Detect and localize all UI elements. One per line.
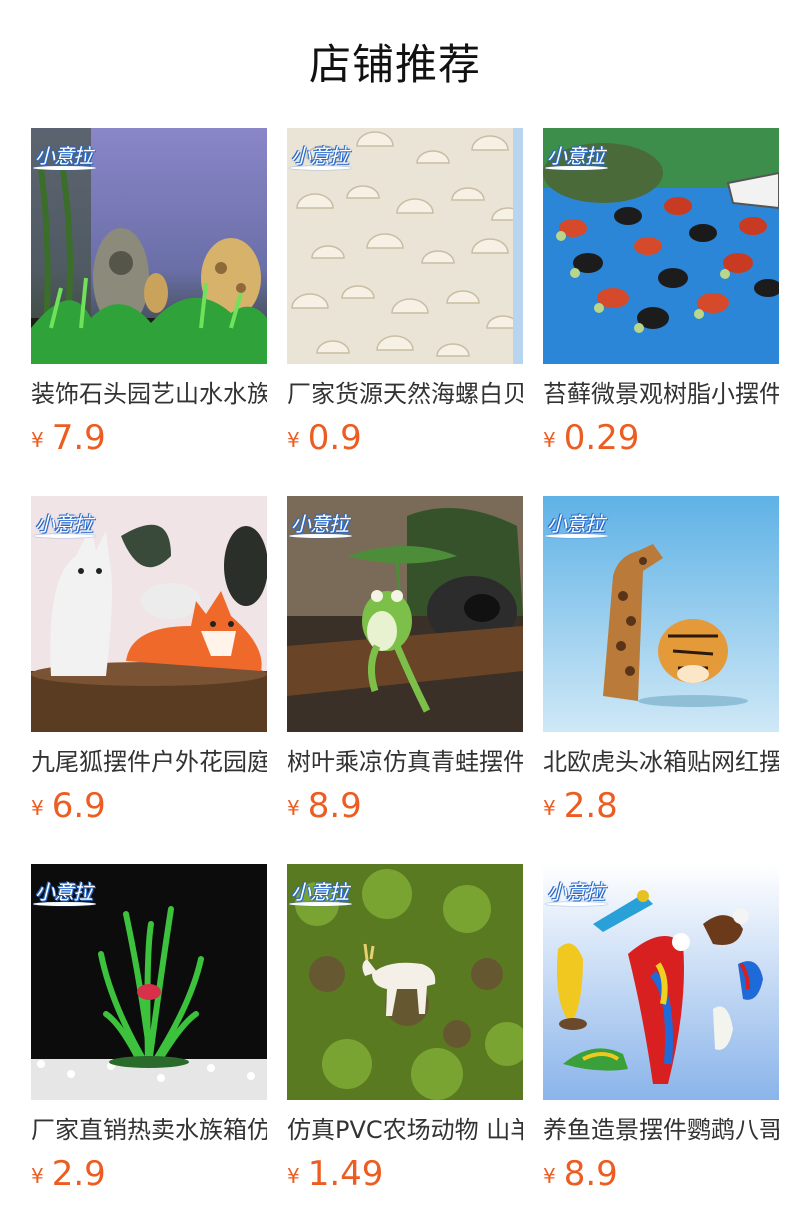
brand-logo: 小意拉: [545, 876, 608, 906]
product-price: ¥8.9: [287, 784, 362, 828]
product-name[interactable]: 苔藓微景观树脂小摆件乌龟: [543, 378, 779, 410]
product-price: ¥2.8: [543, 784, 618, 828]
brand-logo: 小意拉: [289, 508, 352, 538]
product-name[interactable]: 厂家货源天然海螺白贝壳: [287, 378, 523, 410]
price-value: 6.9: [51, 786, 106, 826]
product-price: ¥6.9: [31, 784, 106, 828]
currency-symbol: ¥: [31, 796, 44, 820]
currency-symbol: ¥: [31, 1164, 44, 1188]
product-name[interactable]: 九尾狐摆件户外花园庭院: [31, 746, 267, 778]
product-image[interactable]: 小意拉: [31, 864, 267, 1100]
price-value: 8.9: [563, 1154, 618, 1194]
product-image[interactable]: 小意拉: [543, 128, 779, 364]
price-value: 1.49: [307, 1154, 384, 1194]
currency-symbol: ¥: [543, 428, 556, 452]
product-price: ¥7.9: [31, 416, 106, 460]
product-name[interactable]: 仿真PVC农场动物 山羊模型: [287, 1114, 523, 1146]
product-name[interactable]: 北欧虎头冰箱贴网红摆件: [543, 746, 779, 778]
product-image[interactable]: 小意拉: [287, 128, 523, 364]
price-value: 7.9: [51, 418, 106, 458]
price-value: 0.29: [563, 418, 640, 458]
product-image[interactable]: 小意拉: [287, 864, 523, 1100]
brand-logo: 小意拉: [289, 140, 352, 170]
product-image[interactable]: 小意拉: [543, 496, 779, 732]
currency-symbol: ¥: [287, 428, 300, 452]
product-price: ¥1.49: [287, 1152, 383, 1196]
currency-symbol: ¥: [31, 428, 44, 452]
page-title: 店铺推荐: [308, 40, 481, 89]
brand-logo: 小意拉: [33, 140, 96, 170]
brand-logo: 小意拉: [289, 876, 352, 906]
product-name[interactable]: 树叶乘凉仿真青蛙摆件: [287, 746, 523, 778]
product-image[interactable]: 小意拉: [287, 496, 523, 732]
brand-logo: 小意拉: [33, 876, 96, 906]
product-image[interactable]: 小意拉: [543, 864, 779, 1100]
product-price: ¥8.9: [543, 1152, 618, 1196]
product-name[interactable]: 养鱼造景摆件鹦鹉八哥: [543, 1114, 779, 1146]
currency-symbol: ¥: [287, 1164, 300, 1188]
product-image[interactable]: 小意拉: [31, 128, 267, 364]
price-value: 2.9: [51, 1154, 106, 1194]
brand-logo: 小意拉: [33, 508, 96, 538]
price-value: 2.8: [563, 786, 618, 826]
product-price: ¥0.29: [543, 416, 639, 460]
currency-symbol: ¥: [543, 1164, 556, 1188]
product-image[interactable]: 小意拉: [31, 496, 267, 732]
product-name[interactable]: 厂家直销热卖水族箱仿真水草: [31, 1114, 267, 1146]
brand-logo: 小意拉: [545, 140, 608, 170]
brand-logo: 小意拉: [545, 508, 608, 538]
product-price: ¥2.9: [31, 1152, 106, 1196]
price-value: 0.9: [307, 418, 362, 458]
product-price: ¥0.9: [287, 416, 362, 460]
product-name[interactable]: 装饰石头园艺山水水族箱造景石: [31, 378, 267, 410]
price-value: 8.9: [307, 786, 362, 826]
currency-symbol: ¥: [287, 796, 300, 820]
currency-symbol: ¥: [543, 796, 556, 820]
